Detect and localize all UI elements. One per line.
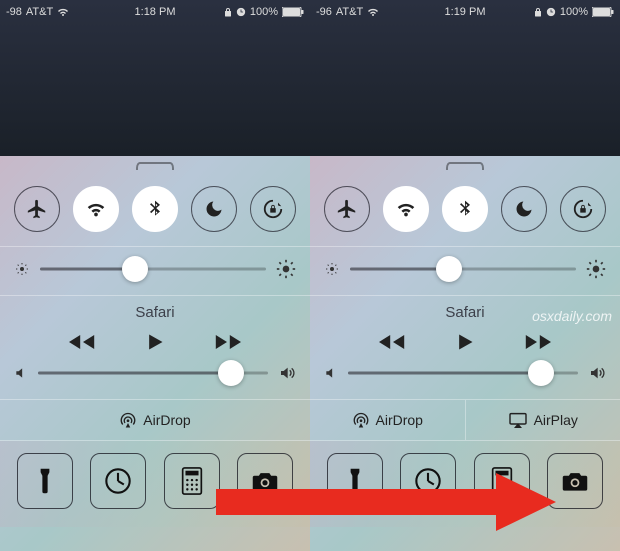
dnd-toggle[interactable] (501, 186, 547, 232)
brightness-row (310, 247, 620, 296)
wifi-icon (57, 7, 69, 17)
airdrop-button[interactable]: AirDrop (310, 400, 465, 440)
camera-button[interactable] (547, 453, 603, 509)
now-playing-title: Safari (0, 304, 310, 321)
status-bar: -96 AT&T 1:19 PM 100% (310, 0, 620, 22)
toggle-row (310, 180, 620, 247)
wifi-toggle[interactable] (383, 186, 429, 232)
alarm-icon (546, 7, 556, 17)
calculator-button[interactable] (164, 453, 220, 509)
brightness-slider[interactable] (40, 257, 266, 281)
calculator-button[interactable] (474, 453, 530, 509)
airdrop-button[interactable]: AirDrop (0, 400, 310, 440)
prev-button[interactable] (379, 333, 407, 351)
lock-icon (534, 7, 542, 17)
brightness-slider[interactable] (350, 257, 576, 281)
volume-high-icon (588, 365, 606, 381)
battery-icon (282, 7, 304, 17)
airdrop-icon (352, 412, 370, 428)
volume-high-icon (278, 365, 296, 381)
airplay-icon (508, 412, 528, 428)
airdrop-label: AirDrop (376, 412, 423, 428)
bluetooth-toggle[interactable] (132, 186, 178, 232)
airplay-label: AirPlay (534, 412, 578, 428)
signal-strength: -98 (6, 6, 22, 18)
control-center: Safari AirDrop (310, 156, 620, 551)
carrier-label: AT&T (336, 6, 363, 18)
play-button[interactable] (455, 331, 475, 353)
comparison-stage: -98 AT&T 1:18 PM 100% (0, 0, 620, 551)
toggle-row (0, 180, 310, 247)
flashlight-button[interactable] (17, 453, 73, 509)
rotation-lock-toggle[interactable] (560, 186, 606, 232)
volume-low-icon (324, 366, 338, 380)
lock-icon (224, 7, 232, 17)
play-button[interactable] (145, 331, 165, 353)
home-screen-dim (0, 0, 310, 156)
airdrop-icon (119, 412, 137, 428)
quick-launch-row (0, 441, 310, 527)
quick-launch-row (310, 441, 620, 527)
signal-strength: -96 (316, 6, 332, 18)
battery-percent: 100% (250, 6, 278, 18)
volume-slider[interactable] (38, 361, 268, 385)
home-screen-dim (310, 0, 620, 156)
dnd-toggle[interactable] (191, 186, 237, 232)
media-section: Safari (0, 296, 310, 400)
status-bar: -98 AT&T 1:18 PM 100% (0, 0, 310, 22)
timer-button[interactable] (400, 453, 456, 509)
next-button[interactable] (213, 333, 241, 351)
airplay-button[interactable]: AirPlay (465, 400, 620, 440)
battery-percent: 100% (560, 6, 588, 18)
clock: 1:19 PM (445, 6, 486, 18)
wifi-toggle[interactable] (73, 186, 119, 232)
airplane-toggle[interactable] (324, 186, 370, 232)
brightness-row (0, 247, 310, 296)
brightness-low-icon (14, 261, 30, 277)
share-row: AirDrop AirPlay (310, 400, 620, 441)
grabber-handle[interactable] (446, 162, 484, 170)
airdrop-label: AirDrop (143, 412, 190, 428)
brightness-low-icon (324, 261, 340, 277)
transport-controls (310, 331, 620, 353)
carrier-label: AT&T (26, 6, 53, 18)
camera-button[interactable] (237, 453, 293, 509)
alarm-icon (236, 7, 246, 17)
phone-right: -96 AT&T 1:19 PM 100% (310, 0, 620, 551)
phone-left: -98 AT&T 1:18 PM 100% (0, 0, 310, 551)
next-button[interactable] (523, 333, 551, 351)
control-center: Safari AirDrop (0, 156, 310, 551)
transport-controls (0, 331, 310, 353)
clock: 1:18 PM (135, 6, 176, 18)
battery-icon (592, 7, 614, 17)
prev-button[interactable] (69, 333, 97, 351)
volume-slider[interactable] (348, 361, 578, 385)
brightness-high-icon (586, 259, 606, 279)
brightness-high-icon (276, 259, 296, 279)
rotation-lock-toggle[interactable] (250, 186, 296, 232)
watermark: osxdaily.com (532, 308, 612, 324)
timer-button[interactable] (90, 453, 146, 509)
flashlight-button[interactable] (327, 453, 383, 509)
wifi-icon (367, 7, 379, 17)
airplane-toggle[interactable] (14, 186, 60, 232)
volume-low-icon (14, 366, 28, 380)
bluetooth-toggle[interactable] (442, 186, 488, 232)
grabber-handle[interactable] (136, 162, 174, 170)
share-row: AirDrop (0, 400, 310, 441)
